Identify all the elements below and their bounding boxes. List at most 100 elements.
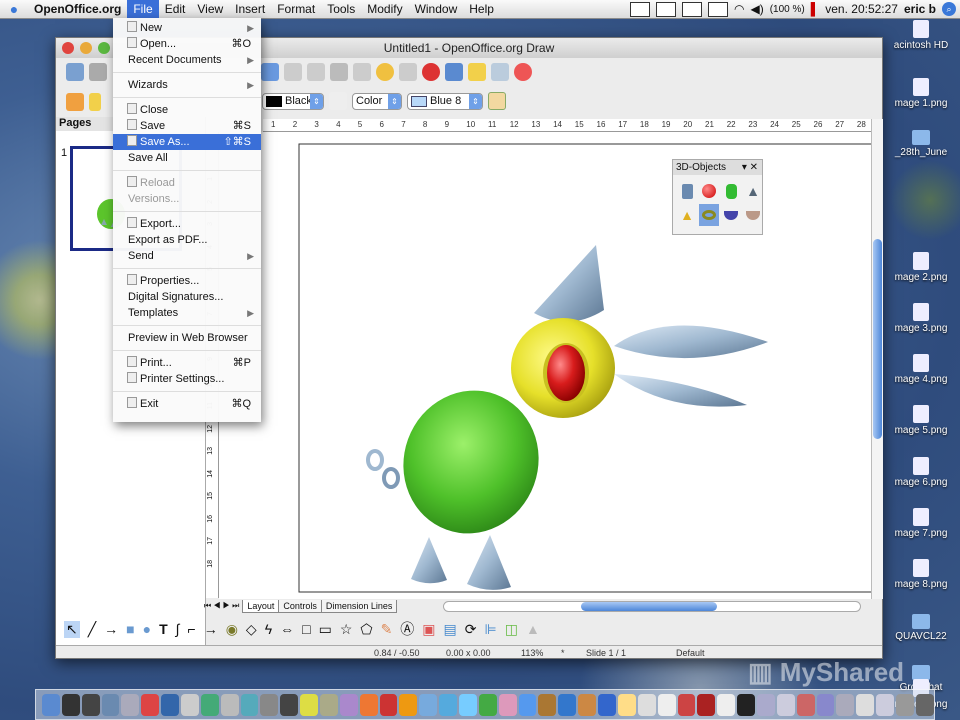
line-color-select[interactable]: Black ⇕ <box>262 92 324 110</box>
desktop-icon[interactable]: mage 2.png <box>882 252 960 283</box>
dock-app-icon[interactable] <box>498 693 517 716</box>
dock-app-icon[interactable] <box>677 693 696 716</box>
block-arrows-icon[interactable]: ⇔ <box>280 621 294 637</box>
dock-app-icon[interactable] <box>439 693 458 716</box>
volume-icon[interactable]: ◀) <box>750 2 763 16</box>
lines-arrows-icon[interactable]: → <box>204 621 218 637</box>
file-menu-item[interactable]: Exit ⌘Q <box>113 396 261 412</box>
dock-app-icon[interactable] <box>181 693 199 716</box>
navigator-icon[interactable] <box>445 63 463 81</box>
symbol-shapes-icon[interactable]: ϟ <box>265 621 272 637</box>
menu-app[interactable]: OpenOffice.org <box>28 0 127 19</box>
menu-file[interactable]: File <box>127 0 159 19</box>
rectangle-icon[interactable]: ■ <box>126 621 134 637</box>
dock-app-icon[interactable] <box>657 693 676 716</box>
zoom-icon[interactable] <box>491 63 509 81</box>
file-menu-item[interactable]: Templates ▶ <box>113 305 261 321</box>
dock-app-icon[interactable] <box>737 693 755 716</box>
menu-edit[interactable]: Edit <box>159 0 192 19</box>
dock-app-icon[interactable] <box>320 693 338 716</box>
redo-icon[interactable] <box>399 63 417 81</box>
clock[interactable]: ven. 20:52:27 <box>825 2 898 16</box>
user-name[interactable]: eric b <box>904 2 936 16</box>
points-icon[interactable]: ⬠ <box>360 621 372 638</box>
battery-status[interactable]: (100 %) <box>770 4 805 15</box>
area-icon[interactable] <box>329 92 347 110</box>
dock-app-icon[interactable] <box>359 693 378 716</box>
dock-app-icon[interactable] <box>121 693 140 716</box>
from-file-icon[interactable]: ▣ <box>422 621 435 638</box>
line-style-icon[interactable] <box>89 93 101 111</box>
horizontal-scroll-thumb[interactable] <box>581 602 717 611</box>
menu-modify[interactable]: Modify <box>361 0 408 19</box>
shadow-icon[interactable] <box>488 92 506 110</box>
gallery-icon[interactable] <box>468 63 486 81</box>
3d-cylinder-button[interactable] <box>721 180 741 202</box>
spaces-icon[interactable] <box>656 1 676 17</box>
3d-cube-button[interactable] <box>677 180 697 202</box>
copy-icon[interactable] <box>307 63 325 81</box>
dock-app-icon[interactable] <box>776 693 795 716</box>
dock-app-icon[interactable] <box>280 693 299 716</box>
open-icon[interactable] <box>89 63 107 81</box>
file-menu-item[interactable]: Versions... <box>113 191 261 207</box>
alignment-icon[interactable]: ⊫ <box>485 621 497 638</box>
menu-format[interactable]: Format <box>271 0 321 19</box>
file-menu-item[interactable]: Preview in Web Browser <box>113 330 261 346</box>
desktop-icon[interactable]: mage 4.png <box>882 354 960 385</box>
new-icon[interactable] <box>66 63 84 81</box>
3d-sphere-button[interactable] <box>699 180 719 202</box>
horizontal-ruler[interactable]: 1 2 3 4 5 6 7 8 9 10 11 12 13 14 15 16 17 18 19 20 21 22 23 24 2… <box>263 119 871 132</box>
dock-app-icon[interactable] <box>220 693 239 716</box>
file-menu-item[interactable]: Reload <box>113 175 261 191</box>
file-menu-item[interactable]: Save As... ⇧⌘S <box>113 134 261 150</box>
dock-app-icon[interactable] <box>617 693 636 716</box>
menu-insert[interactable]: Insert <box>229 0 271 19</box>
flowchart-icon[interactable]: □ <box>302 621 310 637</box>
close-window-button[interactable] <box>62 42 74 54</box>
tab-layout[interactable]: Layout <box>242 599 280 613</box>
dock-app-icon[interactable] <box>856 693 875 716</box>
file-menu-item[interactable]: Recent Documents ▶ <box>113 52 261 68</box>
zoom-window-button[interactable] <box>98 42 110 54</box>
dock-app-icon[interactable] <box>478 693 497 716</box>
clone-format-icon[interactable] <box>353 63 371 81</box>
dock-app-icon[interactable] <box>81 693 100 716</box>
desktop-icon[interactable]: QUAVCL22 <box>882 614 960 642</box>
basic-shapes-icon[interactable]: ◇ <box>246 621 257 638</box>
3d-objects-title[interactable]: 3D-Objects ▾ ✕ <box>673 160 762 175</box>
gallery-icon[interactable]: ▤ <box>444 621 457 638</box>
dock-app-icon[interactable] <box>637 693 656 716</box>
desktop-icon[interactable]: _28th_June <box>882 130 960 158</box>
dock-app-icon[interactable] <box>836 693 855 716</box>
flag-icon[interactable]: ▌ <box>811 2 820 16</box>
select-arrow-icon[interactable]: ↖ <box>64 620 80 638</box>
tab-controls[interactable]: Controls <box>278 599 322 613</box>
dock-app-icon[interactable] <box>876 693 894 716</box>
horizontal-scrollbar[interactable] <box>443 601 861 612</box>
dock-app-icon[interactable] <box>419 693 438 716</box>
dock-app-icon[interactable] <box>756 693 775 716</box>
dock-app-icon[interactable] <box>915 693 934 716</box>
desktop-icon[interactable]: mage 8.png <box>882 559 960 590</box>
dock-app-icon[interactable] <box>42 693 60 716</box>
menu-window[interactable]: Window <box>409 0 464 19</box>
menu-view[interactable]: View <box>191 0 229 19</box>
rotate-icon[interactable]: ⟳ <box>465 621 477 638</box>
dock-app-icon[interactable] <box>518 693 537 716</box>
dock-app-icon[interactable] <box>717 693 736 716</box>
file-menu-item[interactable]: New ▶ <box>113 20 261 36</box>
dock-app-icon[interactable] <box>578 693 597 716</box>
ellipse-icon[interactable]: ● <box>143 621 151 637</box>
dock-app-icon[interactable] <box>399 693 418 716</box>
callouts-icon[interactable]: ▭ <box>319 621 332 638</box>
spaces-icon[interactable] <box>708 1 728 17</box>
file-menu-item[interactable]: Export as PDF... <box>113 232 261 248</box>
3d-objects-icon[interactable]: ◉ <box>226 621 238 638</box>
undo-icon[interactable] <box>376 63 394 81</box>
chart-icon[interactable] <box>422 63 440 81</box>
fontwork-icon[interactable]: Ⓐ <box>400 619 414 639</box>
dock-app-icon[interactable] <box>598 693 616 716</box>
dock-app-icon[interactable] <box>895 693 914 716</box>
dock-app-icon[interactable] <box>538 693 557 716</box>
